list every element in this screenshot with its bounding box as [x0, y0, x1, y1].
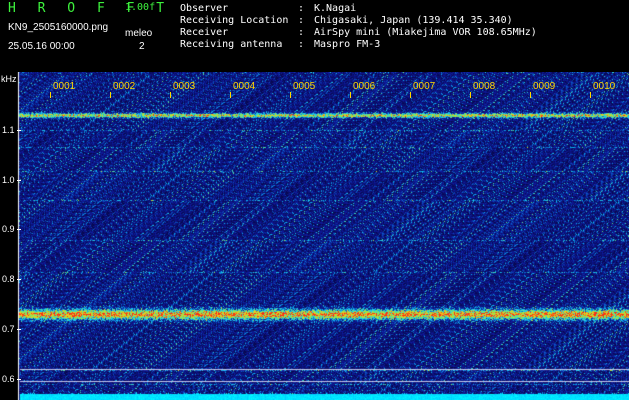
time-marker: 0005 [293, 81, 316, 92]
y-tick-label: 0.7 [2, 324, 15, 334]
y-tick-label: 0.9 [2, 224, 15, 234]
meleo-label: meleo [125, 28, 153, 39]
time-marker: 0003 [173, 81, 196, 92]
y-tick-label: 1.1 [2, 125, 15, 135]
date-time: 25.05.16 00:00 [8, 41, 75, 52]
time-marker: 0001 [53, 81, 76, 92]
meteor-count: 2 [139, 41, 145, 52]
time-marker: 0010 [593, 81, 616, 92]
time-marker: 0007 [413, 81, 436, 92]
time-marker: 0009 [533, 81, 556, 92]
spectrogram-canvas [0, 72, 629, 400]
y-tick-label: 1.0 [2, 175, 15, 185]
y-axis-unit: kHz [1, 74, 17, 84]
app-version: 1.00f [125, 2, 156, 13]
info-row-observer: Observer: K.Nagai [180, 3, 357, 14]
info-row-antenna: Receiving antenna: Maspro FM-3 [180, 39, 381, 50]
station-info: Observer: K.Nagai Receiving Location: Ch… [180, 3, 537, 51]
time-marker: 0004 [233, 81, 256, 92]
time-marker: 0002 [113, 81, 136, 92]
info-row-receiver: Receiver: AirSpy mini (Miakejima VOR 108… [180, 27, 537, 38]
time-marker: 0006 [353, 81, 376, 92]
file-name: KN9_2505160000.png [8, 22, 109, 33]
info-row-location: Receiving Location: Chigasaki, Japan (13… [180, 15, 513, 26]
y-tick-label: 0.6 [2, 374, 15, 384]
time-marker: 0008 [473, 81, 496, 92]
y-tick-label: 0.8 [2, 274, 15, 284]
header-panel: H R O F F T 1.00f KN9_2505160000.png mel… [0, 0, 629, 72]
